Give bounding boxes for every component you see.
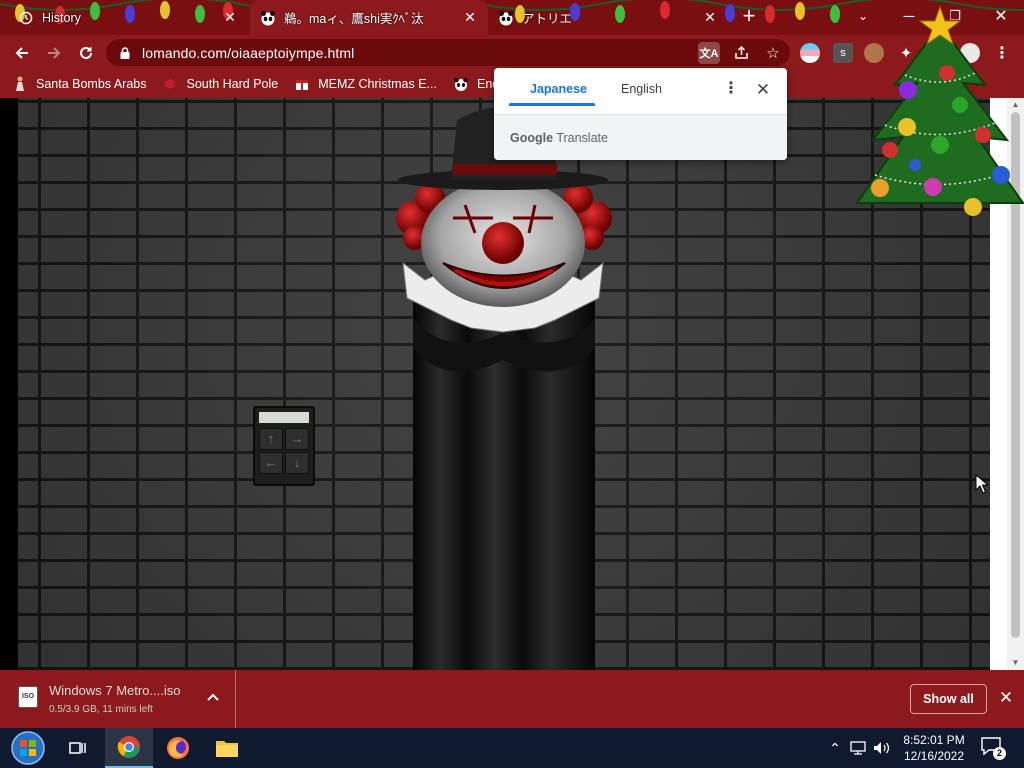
download-item[interactable]: ISO Windows 7 Metro....iso 0.5/3.9 GB, 1… — [0, 670, 236, 728]
bookmark-santa-bombs-arabs[interactable]: Santa Bombs Arabs — [12, 76, 146, 92]
screen: History ✕ 鵜。maィ、鷹shi実ｸﾍﾞ汰 ✕ アトリエ ✕ + ⌄ ─… — [0, 0, 1024, 768]
file-explorer-taskbar-button[interactable] — [203, 728, 251, 768]
extensions-puzzle-icon[interactable]: ✦ — [896, 43, 916, 63]
profile-avatar[interactable] — [960, 43, 980, 63]
tab-title: 鵜。maィ、鷹shi実ｸﾍﾞ汰 — [284, 12, 424, 26]
translate-language-tabs: Japanese English ⋮ ✕ — [494, 68, 787, 114]
translate-icon[interactable]: 文A — [698, 41, 720, 64]
gift-icon — [294, 76, 310, 92]
keypad-up-button[interactable]: ↑ — [259, 428, 283, 450]
google-translate-brand: Google Translate — [510, 131, 608, 145]
tab-active-page[interactable]: 鵜。maィ、鷹shi実ｸﾍﾞ汰 ✕ — [250, 0, 488, 35]
figure-icon — [12, 76, 28, 92]
network-icon[interactable] — [848, 728, 868, 768]
iso-file-icon: ISO — [18, 686, 38, 708]
chevron-up-icon[interactable] — [204, 690, 222, 708]
source-language-tab[interactable]: Japanese — [530, 82, 587, 96]
chrome-icon — [117, 736, 140, 758]
bookmark-star-icon[interactable]: ☆ — [762, 42, 784, 64]
panda-icon — [453, 76, 469, 92]
close-tab-icon[interactable]: ✕ — [222, 9, 238, 26]
scrollbar-thumb[interactable] — [1011, 112, 1020, 638]
download-shelf: ISO Windows 7 Metro....iso 0.5/3.9 GB, 1… — [0, 670, 1024, 728]
tab-atelier[interactable]: アトリエ ✕ — [488, 0, 728, 35]
bookmark-south-hard-pole[interactable]: South Hard Pole — [162, 76, 278, 92]
back-arrow-icon — [15, 47, 28, 59]
tab-title: History — [42, 10, 81, 25]
windows-start-orb-icon — [11, 731, 45, 765]
windows-taskbar: ⌃ 8:52:01 PM 12/16/2022 2 — [0, 728, 1024, 768]
url-text: lomando.com/oiaaeptoiympe.html — [142, 44, 355, 61]
arrow-keypad[interactable]: ↑ → ← ↓ — [253, 406, 315, 486]
mouse-cursor-icon — [975, 474, 989, 494]
minimize-button[interactable]: ─ — [886, 0, 932, 32]
new-tab-button[interactable]: + — [738, 5, 760, 28]
forward-arrow-icon — [48, 47, 61, 59]
address-bar[interactable]: lomando.com/oiaaeptoiympe.html 文A ☆ — [106, 39, 790, 66]
scroll-up-arrow-icon[interactable]: ▲ — [1007, 98, 1024, 112]
folder-icon — [216, 741, 238, 757]
firefox-icon — [167, 737, 189, 759]
translate-popup: Japanese English ⋮ ✕ Google Translate — [494, 68, 787, 160]
keypad-left-button[interactable]: ← — [259, 452, 283, 474]
task-view-icon — [69, 742, 86, 754]
chrome-taskbar-button[interactable] — [105, 728, 153, 768]
avatar-extension-icon[interactable] — [864, 43, 884, 63]
lock-icon — [120, 46, 130, 59]
volume-icon[interactable] — [872, 728, 892, 768]
forward-button[interactable] — [41, 40, 67, 66]
download-filename: Windows 7 Metro....iso — [49, 683, 181, 698]
task-view-button[interactable] — [54, 728, 102, 768]
notification-center-icon[interactable]: 2 — [980, 736, 1006, 760]
flag-extension-icon[interactable] — [800, 43, 820, 63]
reload-button[interactable] — [73, 40, 99, 66]
clock-date: 12/16/2022 — [903, 749, 965, 763]
history-icon — [18, 10, 34, 26]
download-status: 0.5/3.9 GB, 11 mins left — [49, 704, 153, 715]
reload-icon — [80, 46, 92, 59]
translate-options-icon[interactable]: ⋮ — [722, 80, 740, 100]
restore-button[interactable]: ❐ — [932, 0, 978, 32]
target-language-tab[interactable]: English — [621, 82, 662, 96]
clown-figure[interactable] — [385, 98, 620, 670]
active-tab-underline — [509, 103, 595, 106]
scroll-down-arrow-icon[interactable]: ▼ — [1007, 656, 1024, 670]
clock-time: 8:52:01 PM — [903, 733, 965, 747]
page-edge — [990, 98, 1007, 670]
firefox-taskbar-button[interactable] — [154, 728, 202, 768]
panda-favicon — [260, 10, 276, 26]
close-download-shelf-icon[interactable]: ✕ — [996, 688, 1016, 708]
s-extension-icon[interactable]: s — [833, 43, 853, 63]
translate-close-icon[interactable]: ✕ — [753, 80, 773, 100]
browser-toolbar: lomando.com/oiaaeptoiympe.html 文A ☆ s ✦ … — [0, 35, 1024, 70]
keypad-down-button[interactable]: ↓ — [285, 452, 309, 474]
panda-favicon — [498, 10, 514, 26]
tab-strip: History ✕ 鵜。maィ、鷹shi実ｸﾍﾞ汰 ✕ アトリエ ✕ + ⌄ ─… — [0, 0, 1024, 35]
tab-title: アトリエ — [522, 12, 573, 26]
notification-count-badge: 2 — [993, 747, 1006, 760]
back-button[interactable] — [9, 40, 35, 66]
tray-overflow-chevron-icon[interactable]: ⌃ — [826, 728, 844, 768]
close-tab-icon[interactable]: ✕ — [462, 9, 478, 26]
translate-footer: Google Translate — [494, 114, 787, 160]
taskbar-clock[interactable]: 8:52:01 PM 12/16/2022 — [898, 732, 970, 764]
keypad-display — [259, 412, 309, 423]
tab-search-chevron-icon[interactable]: ⌄ — [840, 0, 886, 32]
close-tab-icon[interactable]: ✕ — [702, 9, 718, 26]
share-icon[interactable] — [730, 42, 752, 64]
close-window-button[interactable]: ✕ — [978, 0, 1024, 32]
chrome-menu-icon[interactable]: ⋮ — [992, 43, 1012, 63]
start-orb-button[interactable] — [4, 728, 52, 768]
tab-history[interactable]: History ✕ — [8, 0, 248, 35]
bookmark-memz-christmas[interactable]: MEMZ Christmas E... — [294, 76, 437, 92]
page-content: ↑ → ← ↓ ▲ ▼ — [0, 98, 1024, 670]
keypad-right-button[interactable]: → — [285, 428, 309, 450]
bug-icon — [162, 76, 178, 92]
page-scrollbar[interactable]: ▲ ▼ — [1007, 98, 1024, 670]
show-all-downloads-button[interactable]: Show all — [910, 684, 987, 714]
